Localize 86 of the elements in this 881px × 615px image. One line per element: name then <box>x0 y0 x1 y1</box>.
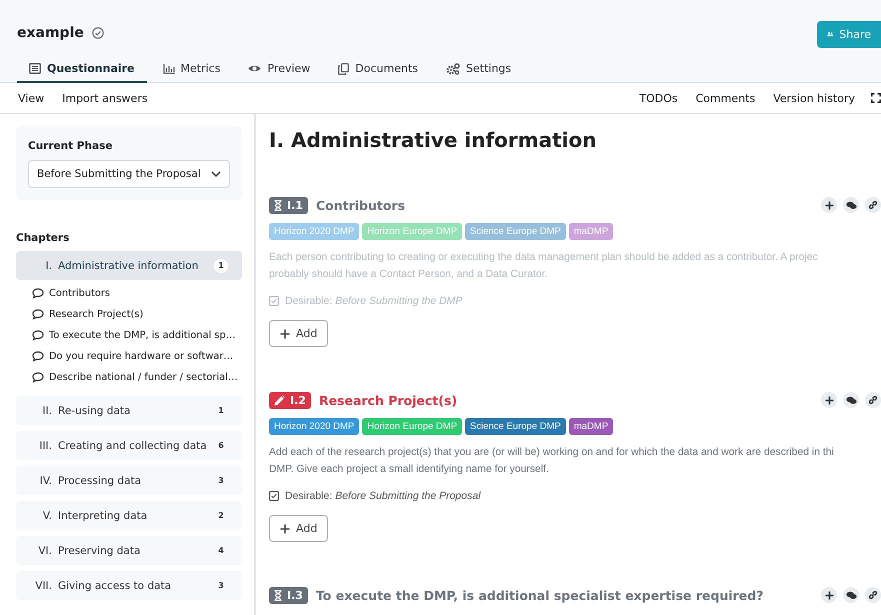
tag: Horizon Europe DMP <box>362 418 462 435</box>
add-comment-button[interactable] <box>821 392 837 408</box>
plus-icon <box>280 328 290 338</box>
add-comment-button[interactable] <box>821 587 837 603</box>
tag: Horizon 2020 DMP <box>269 418 360 435</box>
comments-icon <box>846 200 856 210</box>
list-icon <box>29 63 41 74</box>
fullscreen-icon[interactable] <box>871 93 881 103</box>
hourglass-icon <box>274 590 282 600</box>
tab[interactable]: Metrics <box>150 56 232 83</box>
toolbar-button[interactable]: Import answers <box>56 88 154 108</box>
tag: Horizon 2020 DMP <box>269 223 360 240</box>
toolbar-button[interactable]: Comments <box>690 88 762 108</box>
question-title: To execute the DMP, is additional specialist expertise required? <box>316 588 764 602</box>
gears-icon <box>446 62 460 74</box>
desirable-note: Desirable: Before Submitting the DMP <box>285 295 462 307</box>
question-description: Add each of the research project(s) that you are (or will be) working on and for which the data and work are described in thi DMP. Give each project a small identifying name for yourself. <box>269 446 835 477</box>
comment-icon <box>32 288 44 299</box>
question-link[interactable]: To execute the DMP, is additional sp… <box>16 325 242 346</box>
tab[interactable]: Settings <box>434 56 524 83</box>
chapter-item[interactable]: V. Interpreting data 2 <box>16 501 242 530</box>
chapter-title: I. Administrative information <box>269 128 598 152</box>
link-icon <box>868 395 878 405</box>
link-icon <box>868 590 878 600</box>
question-link[interactable]: Research Project(s) <box>16 304 242 325</box>
plus-icon <box>280 524 290 534</box>
checkbox-icon <box>269 491 279 501</box>
plus-icon <box>824 590 834 600</box>
link-button[interactable] <box>865 197 881 213</box>
comments-button[interactable] <box>843 587 859 603</box>
plus-icon <box>824 396 834 404</box>
link-icon <box>868 200 878 210</box>
question-link[interactable]: Contributors <box>16 283 242 304</box>
desirable-note: Desirable: Before Submitting the Proposal <box>285 490 481 502</box>
add-button[interactable]: Add <box>269 515 328 542</box>
tag: maDMP <box>568 418 614 435</box>
bar-chart-icon <box>162 64 175 74</box>
add-button[interactable]: Add <box>269 320 328 347</box>
phase-select[interactable]: Before Submitting the Proposal <box>28 160 230 188</box>
checkbox-icon <box>269 296 279 306</box>
question-description: Each person contributing to creating or executing the data management plan should be added as a contributor. A projec probably should have a Contact Person, and a Data Curator. <box>269 251 819 282</box>
question-title: Research Project(s) <box>318 392 458 408</box>
chapters-heading: Chapters <box>16 232 70 244</box>
question-link[interactable]: Describe national / funder / sectorial… <box>16 367 242 388</box>
tab[interactable]: Preview <box>236 56 322 83</box>
comments-button[interactable] <box>843 197 859 213</box>
tag: Science Europe DMP <box>465 418 566 435</box>
pencil-icon <box>274 394 285 406</box>
chapter-item[interactable]: II. Re-using data 1 <box>16 396 242 425</box>
question-link[interactable]: Do you require hardware or softwar… <box>16 346 242 367</box>
comments-icon <box>846 590 856 600</box>
hourglass-icon <box>274 200 282 210</box>
comment-icon <box>32 330 44 341</box>
comments-icon <box>846 396 856 404</box>
tag: maDMP <box>568 223 614 240</box>
tab[interactable]: Questionnaire <box>17 56 147 83</box>
link-button[interactable] <box>865 587 881 603</box>
project-title: example <box>17 25 84 41</box>
chevron-down-icon <box>211 171 221 177</box>
chapter-item[interactable]: VI. Preserving data 4 <box>16 536 242 565</box>
chapter-item[interactable]: IV. Processing data 3 <box>16 466 242 495</box>
chapter-item[interactable]: VII. Giving access to data 3 <box>16 571 242 600</box>
question-number-badge: I.1 <box>269 196 308 214</box>
toolbar-button[interactable]: Version history <box>767 88 861 108</box>
toolbar-button[interactable]: TODOs <box>633 88 684 108</box>
plus-icon <box>824 200 834 210</box>
add-comment-button[interactable] <box>821 197 837 213</box>
toolbar-button[interactable]: View <box>12 88 50 108</box>
comment-icon <box>32 372 44 383</box>
chapter-item[interactable]: III. Creating and collecting data 6 <box>16 431 242 460</box>
comment-icon <box>32 309 44 320</box>
eye-icon <box>248 64 262 73</box>
question-number-badge: I.3 <box>269 586 308 604</box>
check-circle-icon <box>92 27 104 39</box>
question-title: Contributors <box>316 198 406 212</box>
comments-button[interactable] <box>843 392 859 408</box>
chapter-item[interactable]: I. Administrative information 1 <box>16 251 242 280</box>
comment-icon <box>32 351 44 362</box>
question-number-badge: I.2 <box>269 392 311 408</box>
tag: Horizon Europe DMP <box>362 223 462 240</box>
users-icon <box>827 29 834 39</box>
tag: Science Europe DMP <box>465 223 566 240</box>
link-button[interactable] <box>865 392 881 408</box>
phase-label: Current Phase <box>28 140 114 152</box>
copy-icon <box>338 62 350 74</box>
tab[interactable]: Documents <box>326 56 430 83</box>
